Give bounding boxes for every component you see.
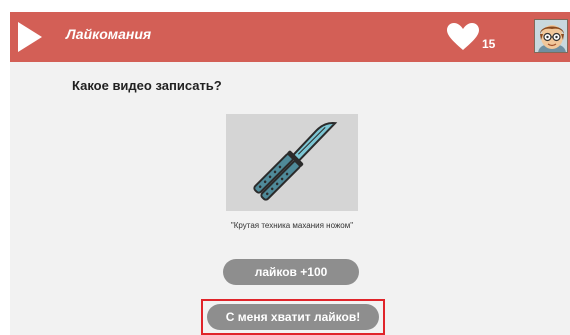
play-button[interactable]: [10, 12, 52, 62]
heart-icon: [447, 23, 479, 50]
top-bar: Лайкомания 15: [10, 12, 570, 62]
likes-counter: 15: [446, 20, 506, 54]
question-text: Какое видео записать?: [72, 78, 222, 93]
like-count: 15: [482, 37, 496, 51]
enough-likes-button[interactable]: С меня хватит лайков!: [207, 304, 379, 330]
play-icon: [18, 22, 42, 52]
avatar-icon: [535, 20, 567, 52]
butterfly-knife-icon: [253, 121, 338, 201]
game-screen: Лайкомания 15 Какое видео записать? "Кру…: [10, 12, 570, 335]
app-title: Лайкомания: [66, 26, 152, 42]
likes-plus-100-button[interactable]: лайков +100: [223, 259, 359, 285]
avatar[interactable]: [534, 19, 568, 53]
video-option-card[interactable]: [226, 114, 358, 211]
highlight-frame: С меня хватит лайков!: [201, 299, 385, 335]
video-option-title: "Крутая техника махания ножом": [230, 221, 354, 230]
